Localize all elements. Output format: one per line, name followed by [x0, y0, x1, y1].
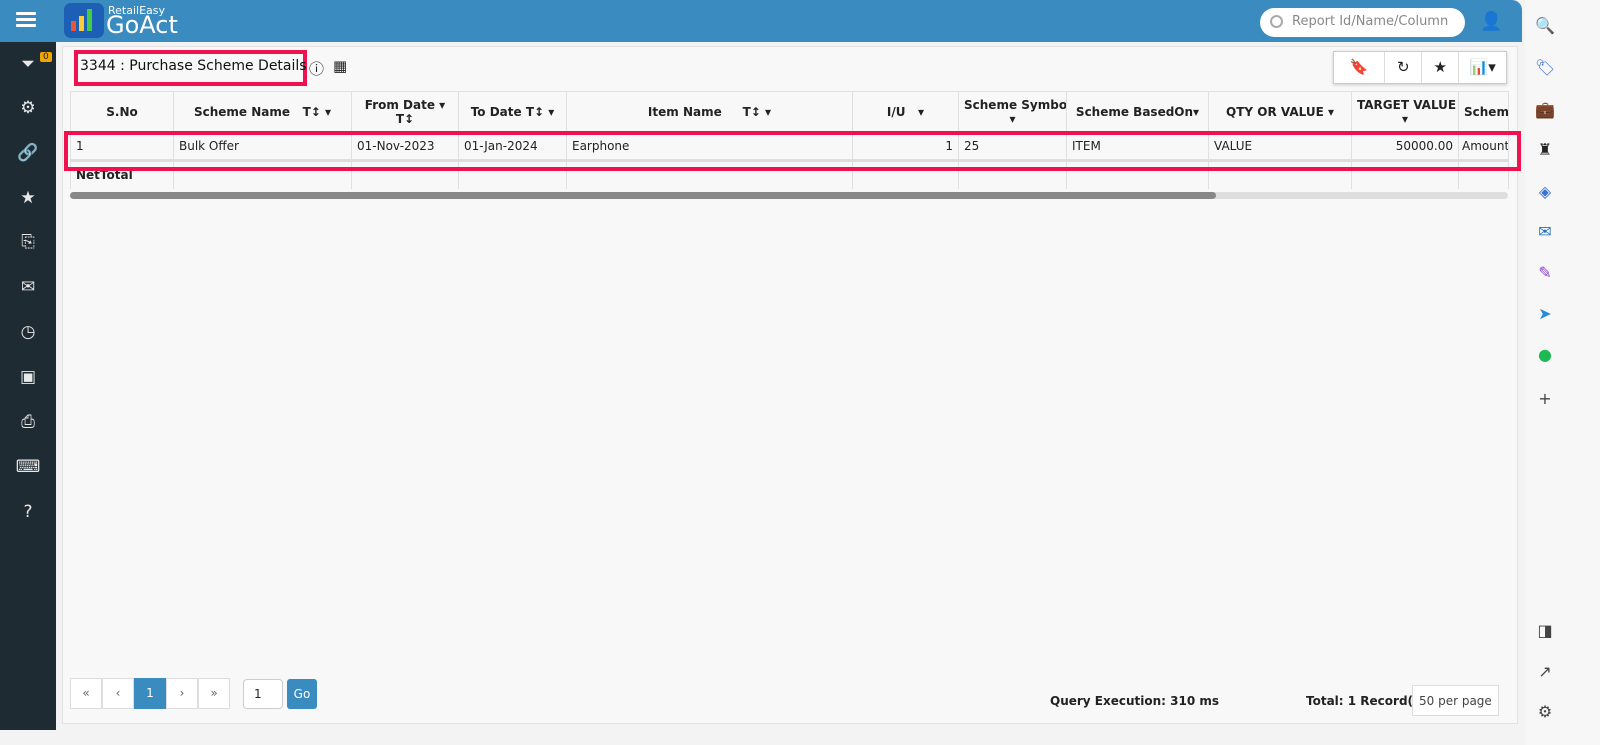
- briefcase-icon[interactable]: 💼: [1534, 100, 1556, 119]
- search-placeholder: Report Id/Name/Column: [1292, 14, 1449, 29]
- settings-icon[interactable]: ⚙: [1534, 702, 1556, 721]
- search-icon[interactable]: 🔍: [1534, 16, 1556, 35]
- schedule-icon[interactable]: ▣: [0, 367, 56, 387]
- copilot-icon[interactable]: ◈: [1534, 182, 1556, 201]
- help-circle-icon[interactable]: ⓘ: [309, 58, 324, 79]
- top-bar: RetailEasy GoAct Report Id/Name/Column 👤: [0, 0, 1522, 42]
- chart-dropdown-icon[interactable]: 📊▾: [1459, 52, 1506, 83]
- column-header[interactable]: To Date T↕ ▾: [458, 91, 567, 133]
- star-icon[interactable]: ★: [0, 188, 56, 208]
- favorite-star-icon[interactable]: ★: [1422, 52, 1460, 83]
- next-page-button[interactable]: ›: [166, 678, 198, 709]
- spotify-icon[interactable]: ●: [1534, 345, 1556, 364]
- goto-page-input[interactable]: 1: [243, 679, 283, 709]
- gear-icon[interactable]: ⚙: [0, 98, 56, 118]
- column-header[interactable]: Scheme BasedOn▾: [1066, 91, 1209, 133]
- filter-badge: 0: [40, 52, 52, 62]
- keyboard-icon[interactable]: ⌨: [0, 457, 56, 477]
- search-icon: [1270, 15, 1283, 28]
- column-header[interactable]: Scheme: [1458, 91, 1509, 133]
- clock-icon[interactable]: ◷: [0, 322, 56, 342]
- logo: [64, 3, 104, 38]
- sidebar-toggle-icon[interactable]: ◨: [1534, 621, 1556, 640]
- designer-icon[interactable]: ✎: [1534, 263, 1556, 282]
- table-header: S.No Scheme Name T↕ ▾ From Date ▾ T↕ To D…: [70, 91, 1509, 133]
- column-header[interactable]: Scheme Name T↕ ▾: [173, 91, 352, 133]
- column-header[interactable]: Item Name T↕ ▾: [566, 91, 853, 133]
- logo-text: GoAct: [106, 11, 178, 39]
- total-records: Total: 1 Record(s): [1306, 694, 1426, 708]
- menu-icon[interactable]: [16, 12, 36, 28]
- print-icon[interactable]: ⎙: [0, 412, 56, 432]
- column-header[interactable]: From Date ▾ T↕: [351, 91, 459, 133]
- per-page-select[interactable]: 50 per page: [1412, 685, 1499, 716]
- highlight-row: [64, 131, 1521, 171]
- help-icon[interactable]: ?: [0, 502, 56, 522]
- column-header[interactable]: Scheme Symbol ▾: [958, 91, 1067, 133]
- column-header[interactable]: S.No: [70, 91, 174, 133]
- link-icon[interactable]: 🔗: [0, 143, 56, 163]
- send-icon[interactable]: ➤: [1534, 304, 1556, 323]
- column-header[interactable]: QTY OR VALUE ▾: [1208, 91, 1352, 133]
- tag-icon[interactable]: 🏷: [1534, 58, 1556, 77]
- add-icon[interactable]: +: [1534, 389, 1556, 408]
- horizontal-scrollbar[interactable]: [70, 192, 1508, 199]
- page-1-button[interactable]: 1: [134, 678, 166, 709]
- column-header[interactable]: TARGET VALUE ▾: [1351, 91, 1459, 133]
- column-layout-icon[interactable]: ▦: [333, 57, 347, 75]
- pagination: « ‹ 1 › »: [70, 678, 230, 709]
- column-header[interactable]: I/U ▾: [852, 91, 959, 133]
- first-page-button[interactable]: «: [70, 678, 102, 709]
- bookmark-icon[interactable]: 🔖: [1334, 52, 1386, 83]
- go-button[interactable]: Go: [287, 679, 317, 709]
- mail-icon[interactable]: ✉: [0, 277, 56, 297]
- last-page-button[interactable]: »: [198, 678, 230, 709]
- refresh-icon[interactable]: ↻: [1385, 52, 1423, 83]
- external-link-icon[interactable]: ↗: [1534, 662, 1556, 681]
- export-icon[interactable]: ⎘: [0, 232, 56, 252]
- query-execution: Query Execution: 310 ms: [1050, 694, 1220, 708]
- scrollbar-thumb[interactable]: [70, 192, 1216, 199]
- outlook-icon[interactable]: ✉: [1534, 222, 1556, 241]
- left-sidebar: ⏷ ⚙ 🔗 ★ ⎘ ✉ ◷ ▣ ⎙ ⌨ ?: [0, 42, 56, 730]
- search-input[interactable]: Report Id/Name/Column: [1260, 8, 1465, 37]
- page-title: 3344 : Purchase Scheme Details: [80, 58, 307, 74]
- chess-icon[interactable]: ♜: [1534, 140, 1556, 159]
- toolbar: 🔖 ↻ ★ 📊▾: [1333, 51, 1507, 84]
- prev-page-button[interactable]: ‹: [102, 678, 134, 709]
- user-icon[interactable]: 👤: [1480, 11, 1502, 32]
